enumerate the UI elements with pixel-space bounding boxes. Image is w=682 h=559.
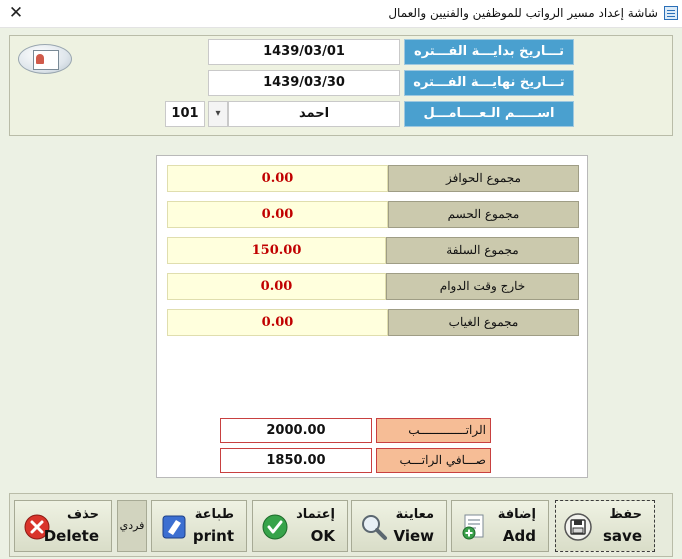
form-body: تـــاريخ بدايـــة الفـــتره 1439/03/01 ت… xyxy=(0,28,682,559)
add-button[interactable]: إضافة Add xyxy=(451,500,549,552)
delete-button-en-label: Delete xyxy=(43,527,99,545)
absence-value[interactable]: 0.00 xyxy=(167,309,388,336)
add-button-ar-label: إضافة xyxy=(497,507,536,522)
worker-name-select[interactable]: احمد xyxy=(228,101,400,127)
approve-button-ar-label: إعتماد xyxy=(296,507,335,522)
period-start-label: تـــاريخ بدايـــة الفـــتره xyxy=(404,39,574,65)
worker-id-field[interactable]: 101 xyxy=(165,101,205,127)
preview-button-en-label: View xyxy=(393,527,434,545)
print-button-ar-label: طباعة xyxy=(194,507,234,522)
net-salary-label: صـــافي الراتـــب xyxy=(376,448,491,473)
add-document-icon xyxy=(462,514,484,540)
window-title: شاشة إعداد مسير الرواتب للموظفين والفنيي… xyxy=(388,6,658,20)
employee-card-icon xyxy=(18,44,72,74)
save-button-ar-label: حفظ xyxy=(609,507,642,522)
advances-label: مجموع السلفة xyxy=(386,237,579,264)
preview-button[interactable]: معاينة View xyxy=(351,500,447,552)
approve-button-en-label: OK xyxy=(310,527,335,545)
net-salary-value[interactable]: 1850.00 xyxy=(220,448,372,473)
print-icon xyxy=(162,515,186,539)
close-button[interactable]: ✕ xyxy=(6,2,26,24)
period-end-label: تـــاريخ نهايـــة الفـــتره xyxy=(404,70,574,96)
approve-button[interactable]: إعتماد OK xyxy=(252,500,348,552)
delete-button[interactable]: حذف Delete xyxy=(14,500,112,552)
absence-label: مجموع الغياب xyxy=(388,309,579,336)
checkmark-icon xyxy=(262,514,288,540)
period-start-field[interactable]: 1439/03/01 xyxy=(208,39,400,65)
app-icon xyxy=(664,6,678,20)
salary-value[interactable]: 2000.00 xyxy=(220,418,372,443)
save-button-en-label: save xyxy=(602,527,642,545)
overtime-label: خارج وقت الدوام xyxy=(386,273,579,300)
header-panel: تـــاريخ بدايـــة الفـــتره 1439/03/01 ت… xyxy=(9,35,673,136)
incentives-label: مجموع الحوافز xyxy=(388,165,579,192)
overtime-value[interactable]: 0.00 xyxy=(167,273,386,300)
print-button-en-label: print xyxy=(192,527,234,545)
salary-label: الراتـــــــــــــب xyxy=(376,418,491,443)
preview-button-ar-label: معاينة xyxy=(395,507,434,522)
floppy-disk-icon xyxy=(564,513,592,541)
deductions-label: مجموع الحسم xyxy=(388,201,579,228)
incentives-value[interactable]: 0.00 xyxy=(167,165,388,192)
print-button[interactable]: طباعة print xyxy=(151,500,247,552)
advances-value[interactable]: 150.00 xyxy=(167,237,386,264)
title-bar: ✕ شاشة إعداد مسير الرواتب للموظفين والفن… xyxy=(0,0,682,28)
deductions-value[interactable]: 0.00 xyxy=(167,201,388,228)
summary-panel: مجموع الحوافز 0.00 مجموع الحسم 0.00 مجمو… xyxy=(156,155,588,478)
save-button[interactable]: حفظ save xyxy=(555,500,655,552)
action-toolbar: حذف Delete فردي طباعة print إعتماد OK مع… xyxy=(9,493,673,557)
delete-button-ar-label: حذف xyxy=(67,507,99,522)
chevron-down-icon[interactable]: ▾ xyxy=(208,101,228,127)
magnifier-icon xyxy=(362,515,387,540)
period-end-field[interactable]: 1439/03/30 xyxy=(208,70,400,96)
worker-name-label: اســـــم الـعــــامـــل xyxy=(404,101,574,127)
individual-toggle[interactable]: فردي xyxy=(117,500,147,552)
add-button-en-label: Add xyxy=(502,527,536,545)
